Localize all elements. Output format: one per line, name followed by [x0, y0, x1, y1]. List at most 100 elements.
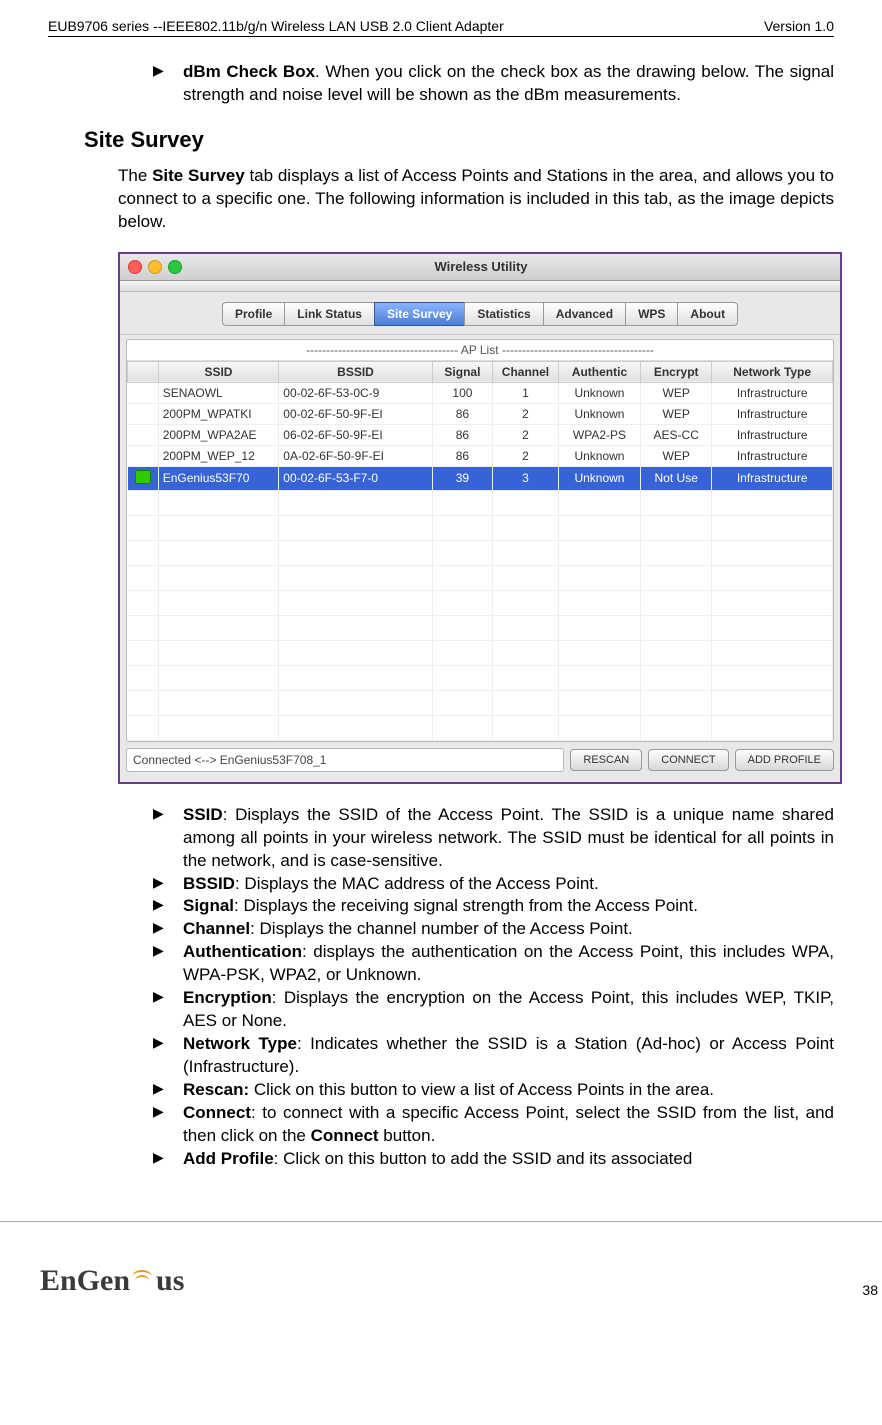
table-cell [641, 640, 712, 665]
table-cell [432, 590, 492, 615]
table-cell: 0A-02-6F-50-9F-EI [279, 445, 432, 466]
tab-profile[interactable]: Profile [222, 302, 284, 326]
column-header[interactable]: Channel [493, 361, 559, 382]
column-header[interactable]: SSID [158, 361, 279, 382]
table-cell: 100 [432, 382, 492, 403]
column-header[interactable]: Authentic [558, 361, 640, 382]
table-cell [128, 445, 159, 466]
table-cell: Infrastructure [712, 382, 833, 403]
logo-text-post: us [156, 1264, 184, 1298]
bullet-marker-icon: ▶ [153, 873, 183, 896]
table-row[interactable] [128, 515, 833, 540]
table-cell [493, 640, 559, 665]
table-cell: 86 [432, 403, 492, 424]
column-header[interactable]: BSSID [279, 361, 432, 382]
table-row[interactable] [128, 590, 833, 615]
bullet-label: Rescan: [183, 1080, 249, 1099]
table-row[interactable] [128, 615, 833, 640]
list-item: ▶Connect: to connect with a specific Acc… [153, 1102, 834, 1148]
column-header[interactable]: Network Type [712, 361, 833, 382]
table-row[interactable]: SENAOWL00-02-6F-53-0C-91001UnknownWEPInf… [128, 382, 833, 403]
table-cell [493, 690, 559, 715]
tab-statistics[interactable]: Statistics [464, 302, 542, 326]
bullet-marker-icon: ▶ [153, 918, 183, 941]
bullet-marker-icon: ▶ [153, 1148, 183, 1171]
table-cell: 2 [493, 445, 559, 466]
table-row[interactable] [128, 665, 833, 690]
table-cell [128, 490, 159, 515]
table-cell [432, 715, 492, 740]
intro-pre: The [118, 166, 152, 185]
bullet-marker-icon: ▶ [153, 987, 183, 1033]
table-cell [493, 490, 559, 515]
table-cell [158, 515, 279, 540]
table-cell [641, 490, 712, 515]
close-icon[interactable] [128, 260, 142, 274]
table-cell [158, 590, 279, 615]
logo-text-pre: EnGen [40, 1264, 130, 1298]
tab-about[interactable]: About [677, 302, 738, 326]
bullet-marker-icon: ▶ [153, 1033, 183, 1079]
bullet-text: Add Profile: Click on this button to add… [183, 1148, 834, 1171]
table-cell [128, 540, 159, 565]
bullet-marker-icon: ▶ [153, 1102, 183, 1148]
table-cell: 200PM_WPA2AE [158, 424, 279, 445]
table-cell [128, 640, 159, 665]
wireless-utility-window: Wireless Utility ProfileLink StatusSite … [118, 252, 842, 784]
tab-wps[interactable]: WPS [625, 302, 677, 326]
dbm-label: dBm Check Box [183, 62, 315, 81]
table-cell: 06-02-6F-50-9F-EI [279, 424, 432, 445]
table-row[interactable]: EnGenius53F7000-02-6F-53-F7-0393UnknownN… [128, 466, 833, 490]
table-row[interactable] [128, 690, 833, 715]
tab-advanced[interactable]: Advanced [543, 302, 625, 326]
column-header[interactable]: Signal [432, 361, 492, 382]
table-row[interactable] [128, 715, 833, 740]
table-row[interactable] [128, 565, 833, 590]
header-right: Version 1.0 [764, 18, 834, 34]
bullet-label: Channel [183, 919, 250, 938]
bullet-marker-icon: ▶ [153, 895, 183, 918]
table-cell: 200PM_WEP_12 [158, 445, 279, 466]
list-item: ▶Encryption: Displays the encryption on … [153, 987, 834, 1033]
ap-list-table[interactable]: SSIDBSSIDSignalChannelAuthenticEncryptNe… [127, 361, 833, 741]
table-cell [279, 690, 432, 715]
list-item: ▶SSID: Displays the SSID of the Access P… [153, 804, 834, 873]
list-item: ▶Add Profile: Click on this button to ad… [153, 1148, 834, 1171]
table-cell [158, 690, 279, 715]
table-cell: 86 [432, 424, 492, 445]
table-cell [712, 715, 833, 740]
table-cell [641, 690, 712, 715]
logo-wave-icon [132, 1270, 154, 1292]
table-cell: SENAOWL [158, 382, 279, 403]
table-row[interactable] [128, 540, 833, 565]
column-header[interactable] [128, 361, 159, 382]
add-profile-button[interactable]: ADD PROFILE [735, 749, 834, 771]
zoom-icon[interactable] [168, 260, 182, 274]
table-row[interactable]: 200PM_WPA2AE06-02-6F-50-9F-EI862WPA2-PSA… [128, 424, 833, 445]
tab-site-survey[interactable]: Site Survey [374, 302, 464, 326]
bullet-label: BSSID [183, 874, 235, 893]
table-cell [279, 565, 432, 590]
rescan-button[interactable]: RESCAN [570, 749, 642, 771]
table-row[interactable]: 200PM_WPATKI00-02-6F-50-9F-EI862UnknownW… [128, 403, 833, 424]
table-row[interactable] [128, 490, 833, 515]
connect-button[interactable]: CONNECT [648, 749, 728, 771]
column-header[interactable]: Encrypt [641, 361, 712, 382]
minimize-icon[interactable] [148, 260, 162, 274]
table-cell: 2 [493, 403, 559, 424]
table-row[interactable]: 200PM_WEP_120A-02-6F-50-9F-EI862UnknownW… [128, 445, 833, 466]
table-cell [432, 615, 492, 640]
bullet-label: SSID [183, 805, 223, 824]
tab-link-status[interactable]: Link Status [284, 302, 374, 326]
table-cell [158, 715, 279, 740]
bullet-text: Network Type: Indicates whether the SSID… [183, 1033, 834, 1079]
bullet-text: Connect: to connect with a specific Acce… [183, 1102, 834, 1148]
table-cell [641, 615, 712, 640]
table-cell [493, 540, 559, 565]
table-row[interactable] [128, 640, 833, 665]
window-title: Wireless Utility [182, 259, 780, 274]
table-cell [279, 540, 432, 565]
table-cell [432, 690, 492, 715]
table-cell [712, 640, 833, 665]
table-cell [128, 590, 159, 615]
